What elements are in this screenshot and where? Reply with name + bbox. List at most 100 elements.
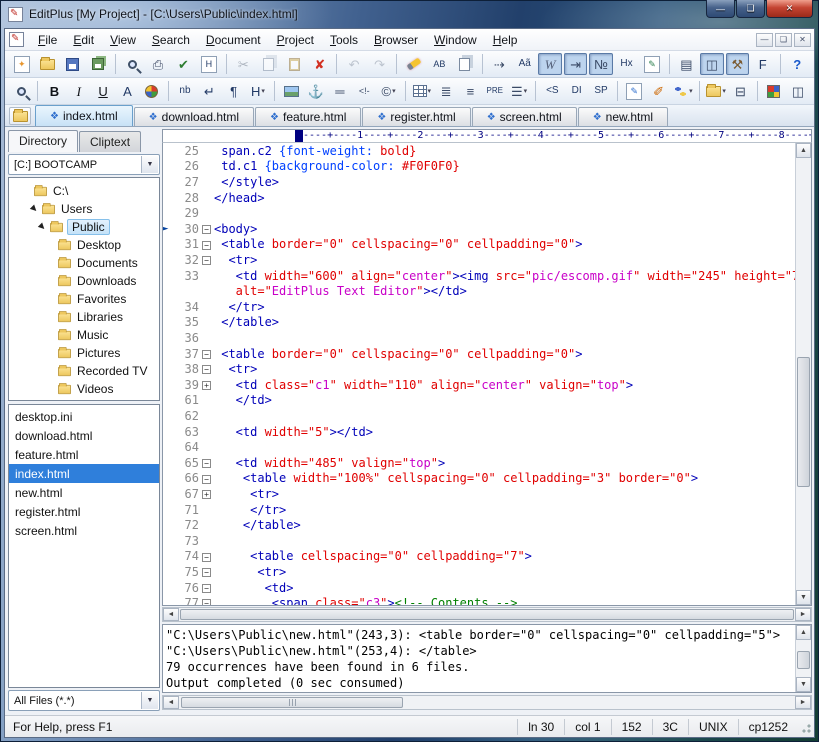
list-button[interactable]: ☰▾ (508, 80, 530, 102)
fold-gutter[interactable] (199, 534, 214, 550)
fold-gutter[interactable] (199, 518, 214, 534)
new-document-button[interactable]: ✦ (10, 53, 33, 75)
fold-gutter[interactable] (199, 144, 214, 160)
fold-toggle[interactable]: − (199, 222, 214, 238)
find-button[interactable] (402, 53, 425, 75)
tree-item-downloads[interactable]: Downloads (9, 272, 159, 290)
strikethrough-tag-button[interactable]: <S (541, 80, 563, 102)
scroll-left-arrow[interactable]: ◄ (163, 696, 179, 709)
fold-collapse-icon[interactable]: − (202, 459, 211, 468)
color-picker-button[interactable]: ✐ (647, 80, 669, 102)
spell-check-button[interactable]: ✔ (172, 53, 195, 75)
match-case-button[interactable]: Aã (513, 53, 536, 75)
fold-gutter[interactable] (199, 393, 214, 409)
auto-indent-button[interactable]: ⇥ (564, 53, 587, 75)
align-justify-button[interactable]: ≣ (435, 80, 457, 102)
paragraph-button[interactable]: ¶ (222, 80, 244, 102)
undo-button[interactable]: ↶ (342, 53, 365, 75)
scroll-down-arrow[interactable]: ▼ (796, 590, 811, 605)
line-break-button[interactable]: ↵ (198, 80, 220, 102)
code-line[interactable]: 28</head> (163, 191, 795, 207)
mdi-minimize-button[interactable]: — (756, 33, 773, 47)
view-sidebar-button[interactable]: ◫ (700, 53, 723, 75)
italic-button[interactable]: I (68, 80, 90, 102)
context-help-button[interactable]: ? (785, 53, 808, 75)
split-window-button[interactable]: ◫ (787, 80, 809, 102)
scroll-track[interactable] (796, 158, 811, 590)
code-line[interactable]: 61 </td> (163, 393, 795, 409)
comment-button[interactable]: <!- (353, 80, 375, 102)
align-center-button[interactable]: ≡ (459, 80, 481, 102)
fold-toggle[interactable]: − (199, 347, 214, 363)
code-line[interactable]: 67+ <tr> (163, 487, 795, 503)
underline-button[interactable]: U (92, 80, 114, 102)
color-palette-button[interactable] (141, 80, 163, 102)
menu-document[interactable]: Document (198, 31, 269, 49)
code-editor[interactable]: 25 span.c2 {font-weight: bold} 26 td.c1 … (162, 143, 812, 606)
object-picker-button[interactable]: ▾ (672, 80, 694, 102)
scroll-track[interactable] (179, 608, 795, 621)
print-button[interactable]: ⎙ (146, 53, 169, 75)
fold-toggle[interactable]: − (199, 471, 214, 487)
horizontal-rule-button[interactable]: ═ (329, 80, 351, 102)
line-numbers-button[interactable]: № (589, 53, 612, 75)
code-line[interactable]: 35 </table> (163, 315, 795, 331)
doc-tab-download.html[interactable]: ❖download.html (134, 107, 254, 126)
code-line[interactable]: 37− <table border="0" cellspacing="0" ce… (163, 347, 795, 363)
code-line[interactable]: ►30−<body> (163, 222, 795, 238)
doc-tab-feature.html[interactable]: ❖feature.html (255, 107, 361, 126)
fold-gutter[interactable] (199, 159, 214, 175)
fold-gutter[interactable] (199, 315, 214, 331)
output-pane[interactable]: "C:\Users\Public\new.html"(243,3): <tabl… (162, 624, 812, 693)
fold-collapse-icon[interactable]: − (202, 584, 211, 593)
code-line[interactable]: 33 <td width="600" align="center"><img s… (163, 269, 795, 285)
expand-arrow-icon[interactable]: ▶ (37, 221, 50, 234)
menu-project[interactable]: Project (269, 31, 322, 49)
fold-toggle[interactable]: + (199, 487, 214, 503)
fold-gutter[interactable] (199, 440, 214, 456)
save-button[interactable] (61, 53, 84, 75)
editor-horizontal-scrollbar[interactable]: ◄ ► (162, 607, 812, 622)
tree-item-recorded-tv[interactable]: Recorded TV (9, 362, 159, 380)
tree-item-pictures[interactable]: Pictures (9, 344, 159, 362)
fold-toggle[interactable]: − (199, 581, 214, 597)
minimize-button[interactable]: — (706, 0, 735, 18)
scroll-thumb[interactable] (797, 357, 810, 487)
fold-collapse-icon[interactable]: − (202, 365, 211, 374)
code-line[interactable]: 72 </table> (163, 518, 795, 534)
fold-collapse-icon[interactable]: − (202, 599, 211, 605)
output-line[interactable]: "C:\Users\Public\new.html"(253,4): </tab… (166, 643, 795, 659)
code-line[interactable]: 76− <td> (163, 581, 795, 597)
insert-image-button[interactable] (280, 80, 302, 102)
fold-toggle[interactable]: − (199, 456, 214, 472)
output-horizontal-scrollbar[interactable]: ◄ ► (162, 695, 812, 710)
fold-gutter[interactable] (199, 503, 214, 519)
fold-collapse-icon[interactable]: − (202, 568, 211, 577)
code-line[interactable]: 26 td.c1 {background-color: #F0F0F0} (163, 159, 795, 175)
code-line[interactable]: 66− <table width="100%" cellspacing="0" … (163, 471, 795, 487)
fold-gutter[interactable] (199, 206, 214, 222)
output-line[interactable]: "C:\Users\Public\new.html"(243,3): <tabl… (166, 627, 795, 643)
preferences-button[interactable]: ✎ (640, 53, 663, 75)
file-item-register-html[interactable]: register.html (9, 502, 159, 521)
tab-directory[interactable]: Directory (8, 130, 78, 152)
fold-toggle[interactable]: + (199, 378, 214, 394)
cut-button[interactable]: ✂ (232, 53, 255, 75)
code-lines[interactable]: 25 span.c2 {font-weight: bold} 26 td.c1 … (163, 143, 795, 605)
hex-viewer-button[interactable]: Hx (615, 53, 638, 75)
scroll-track[interactable] (796, 640, 811, 677)
edit-tag-button[interactable]: ✎ (623, 80, 645, 102)
scroll-right-arrow[interactable]: ► (795, 696, 811, 709)
fold-toggle[interactable]: − (199, 362, 214, 378)
fold-collapse-icon[interactable]: − (202, 350, 211, 359)
code-line[interactable]: 65− <td width="485" valign="top"> (163, 456, 795, 472)
code-line[interactable]: 25 span.c2 {font-weight: bold} (163, 144, 795, 160)
view-output-button[interactable]: ▤ (675, 53, 698, 75)
scroll-thumb[interactable] (181, 697, 403, 708)
file-item-new-html[interactable]: new.html (9, 483, 159, 502)
span-tag-button[interactable]: SP (590, 80, 612, 102)
code-line[interactable]: 38− <tr> (163, 362, 795, 378)
title-bar[interactable]: EditPlus [My Project] - [C:\Users\Public… (4, 0, 815, 28)
chevron-down-icon[interactable]: ▼ (141, 156, 158, 173)
directory-tree[interactable]: C:\▶Users▶PublicDesktopDocumentsDownload… (8, 177, 160, 401)
